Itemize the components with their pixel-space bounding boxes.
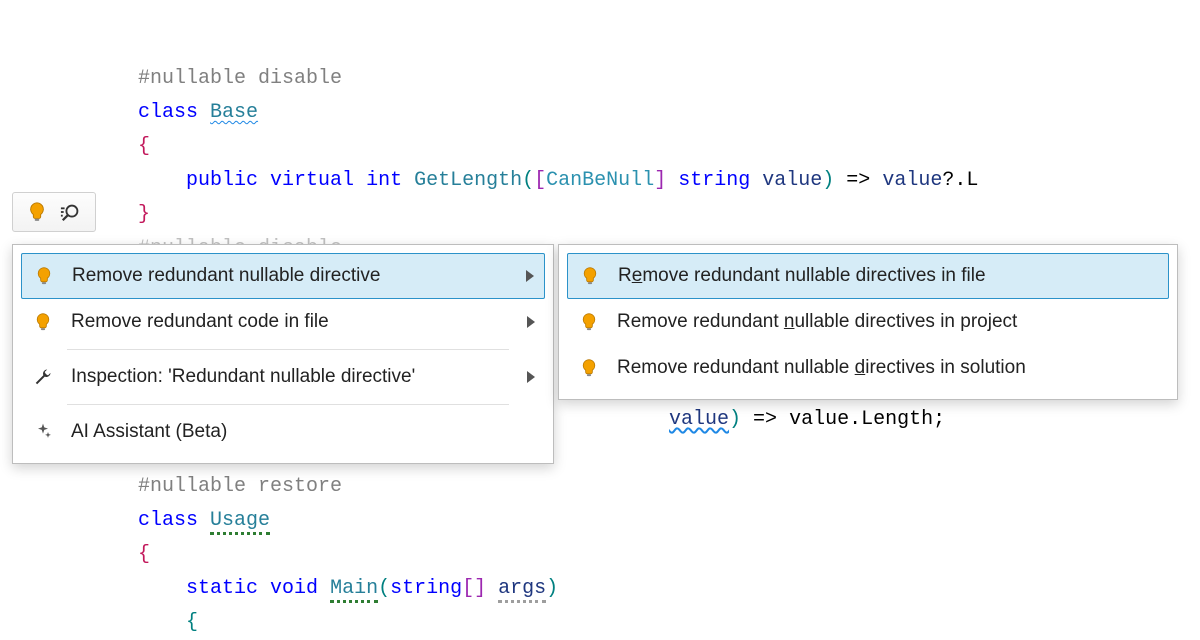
bracket-close: ]: [654, 169, 666, 192]
keyword-string: string: [390, 577, 462, 600]
submenu-item-directives-file[interactable]: Remove redundant nullable directives in …: [567, 253, 1169, 299]
bracket-open: [: [534, 169, 546, 192]
param-args: args: [498, 577, 546, 603]
menu-item-label: AI Assistant (Beta): [71, 421, 227, 443]
lightbulb-icon: [32, 264, 56, 288]
lambda-arrow: =>: [834, 169, 882, 192]
inspect-icon[interactable]: [59, 200, 83, 224]
array-brackets: []: [462, 577, 486, 600]
menu-item-remove-redundant-code[interactable]: Remove redundant code in file: [21, 299, 545, 345]
paren-close: ): [546, 577, 558, 600]
brace-open: {: [138, 135, 150, 158]
wrench-icon: [31, 365, 55, 389]
pragma-restore: #nullable restore: [138, 475, 342, 498]
keyword-int: int: [366, 169, 402, 192]
lightbulb-icon: [577, 356, 601, 380]
menu-item-inspection[interactable]: Inspection: 'Redundant nullable directiv…: [21, 354, 545, 400]
paren-open: (: [378, 577, 390, 600]
keyword-virtual: virtual: [270, 169, 354, 192]
method-getlength: GetLength: [414, 169, 522, 192]
submenu-arrow-icon: [527, 316, 535, 328]
lightbulb-icon[interactable]: [25, 200, 49, 224]
menu-item-label: Remove redundant code in file: [71, 311, 329, 333]
brace-close: }: [138, 203, 150, 226]
lightbulb-icon: [578, 264, 602, 288]
brace-open: {: [186, 611, 198, 634]
pragma: #nullable disable: [138, 67, 342, 90]
keyword-string: string: [678, 169, 750, 192]
paren-close: ): [822, 169, 834, 192]
lightbulb-widget[interactable]: [12, 192, 96, 232]
submenu-item-directives-project[interactable]: Remove redundant nullable directives in …: [567, 299, 1169, 345]
keyword-public: public: [186, 169, 258, 192]
keyword-class: class: [138, 101, 198, 124]
menu-separator: [67, 404, 509, 405]
paren-open: (: [522, 169, 534, 192]
menu-item-ai-assistant[interactable]: AI Assistant (Beta): [21, 409, 545, 455]
context-menu: Remove redundant nullable directive Remo…: [12, 244, 554, 464]
lightbulb-icon: [31, 310, 55, 334]
menu-item-label: Inspection: 'Redundant nullable directiv…: [71, 366, 415, 388]
expr-value: value: [882, 169, 942, 192]
submenu-arrow-icon: [527, 371, 535, 383]
type-base: Base: [210, 101, 258, 124]
keyword-class: class: [138, 509, 198, 532]
keyword-static: static: [186, 577, 258, 600]
submenu-item-label: Remove redundant nullable directives in …: [617, 311, 1017, 333]
expr-tail: L: [966, 169, 978, 192]
method-main: Main: [330, 577, 378, 603]
menu-item-remove-nullable-directive[interactable]: Remove redundant nullable directive: [21, 253, 545, 299]
type-usage: Usage: [210, 509, 270, 535]
attribute-canbenull: CanBeNull: [546, 169, 654, 192]
menu-item-label: Remove redundant nullable directive: [72, 265, 380, 287]
sparkle-icon: [31, 420, 55, 444]
lightbulb-icon: [577, 310, 601, 334]
null-cond: ?.: [942, 169, 966, 192]
submenu-arrow-icon: [526, 270, 534, 282]
submenu-item-label: Remove redundant nullable directives in …: [618, 265, 986, 287]
submenu-item-label: Remove redundant nullable directives in …: [617, 357, 1026, 379]
brace-open: {: [138, 543, 150, 566]
submenu-item-directives-solution[interactable]: Remove redundant nullable directives in …: [567, 345, 1169, 391]
keyword-void: void: [270, 577, 318, 600]
param-value: value: [762, 169, 822, 192]
context-submenu: Remove redundant nullable directives in …: [558, 244, 1178, 400]
menu-separator: [67, 349, 509, 350]
